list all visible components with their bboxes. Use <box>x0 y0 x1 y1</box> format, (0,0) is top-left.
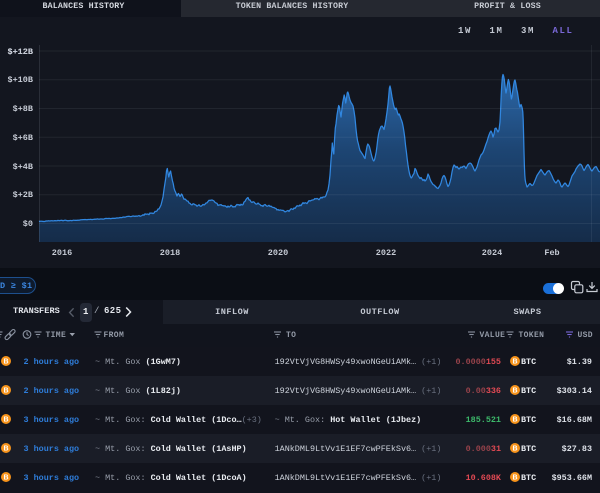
svg-text:B: B <box>3 416 8 423</box>
svg-text:B: B <box>3 445 8 452</box>
svg-text:B: B <box>3 387 8 394</box>
svg-text:B: B <box>3 474 8 481</box>
svg-text:B: B <box>3 358 8 365</box>
